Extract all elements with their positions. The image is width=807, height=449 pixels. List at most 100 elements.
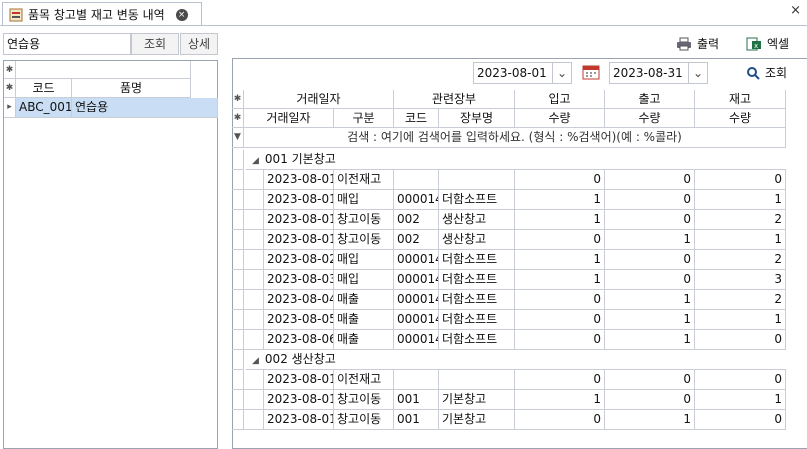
stock-qty-cell[interactable]: 1 (695, 310, 786, 330)
date-cell[interactable]: 2023-08-06 (264, 330, 334, 350)
item-code-cell[interactable]: ABC_001 (16, 98, 72, 118)
receipt-qty-cell[interactable]: 0 (515, 330, 605, 350)
receipt-qty-cell[interactable]: 1 (515, 250, 605, 270)
type-cell[interactable]: 창고이동 (334, 210, 394, 230)
issue-qty-cell[interactable]: 0 (605, 170, 695, 190)
date-cell[interactable]: 2023-08-01 (264, 190, 334, 210)
ledger-name-cell[interactable]: 더함소프트 (439, 250, 515, 270)
type-cell[interactable]: 매출 (334, 290, 394, 310)
column-header-code[interactable]: 코드 (16, 79, 72, 98)
receipt-qty-cell[interactable]: 1 (515, 390, 605, 410)
ledger-name-cell[interactable]: 더함소프트 (439, 310, 515, 330)
date-to-input[interactable]: 2023-08-31 (609, 62, 689, 84)
ledger-code-cell[interactable]: 001 (394, 410, 439, 430)
date-cell[interactable]: 2023-08-01 (264, 210, 334, 230)
type-cell[interactable]: 창고이동 (334, 230, 394, 250)
issue-qty-cell[interactable]: 0 (605, 370, 695, 390)
column-header-stock-qty[interactable]: 수량 (695, 109, 786, 128)
ledger-code-cell[interactable]: 002 (394, 210, 439, 230)
receipt-qty-cell[interactable]: 1 (515, 270, 605, 290)
date-cell[interactable]: 2023-08-01 (264, 370, 334, 390)
issue-qty-cell[interactable]: 1 (605, 410, 695, 430)
column-header-receipt-qty[interactable]: 수량 (515, 109, 605, 128)
ledger-code-cell[interactable]: 000014 (394, 310, 439, 330)
date-cell[interactable]: 2023-08-01 (264, 170, 334, 190)
date-from-dropdown-icon[interactable]: ⌄ (552, 62, 572, 84)
excel-export-button[interactable]: x 엑셀 (746, 35, 789, 52)
stock-qty-cell[interactable]: 1 (695, 390, 786, 410)
collapse-icon[interactable]: ◢ (252, 356, 259, 366)
issue-qty-cell[interactable]: 0 (605, 250, 695, 270)
print-button[interactable]: 출력 (676, 35, 719, 52)
ledger-code-cell[interactable]: 000014 (394, 290, 439, 310)
type-cell[interactable]: 창고이동 (334, 410, 394, 430)
type-cell[interactable]: 매출 (334, 310, 394, 330)
receipt-qty-cell[interactable]: 0 (515, 310, 605, 330)
column-header-code[interactable]: 코드 (394, 109, 439, 128)
ledger-name-cell[interactable] (439, 170, 515, 190)
ledger-code-cell[interactable]: 000014 (394, 190, 439, 210)
date-cell[interactable]: 2023-08-05 (264, 310, 334, 330)
stock-qty-cell[interactable]: 3 (695, 270, 786, 290)
group-row[interactable]: ◢ 002 생산창고 (246, 350, 786, 370)
ledger-code-cell[interactable] (394, 170, 439, 190)
stock-qty-cell[interactable]: 1 (695, 230, 786, 250)
issue-qty-cell[interactable]: 0 (605, 270, 695, 290)
date-to-dropdown-icon[interactable]: ⌄ (688, 62, 708, 84)
tab-close-icon[interactable]: × (175, 8, 188, 21)
column-header-issue-qty[interactable]: 수량 (605, 109, 695, 128)
issue-qty-cell[interactable]: 1 (605, 290, 695, 310)
search-button[interactable]: 조회 (131, 33, 179, 55)
stock-qty-cell[interactable]: 0 (695, 170, 786, 190)
ledger-code-cell[interactable]: 001 (394, 390, 439, 410)
issue-qty-cell[interactable]: 1 (605, 310, 695, 330)
ledger-code-cell[interactable]: 000014 (394, 270, 439, 290)
date-cell[interactable]: 2023-08-01 (264, 230, 334, 250)
issue-qty-cell[interactable]: 1 (605, 330, 695, 350)
type-cell[interactable]: 매입 (334, 250, 394, 270)
ledger-name-cell[interactable]: 더함소프트 (439, 330, 515, 350)
issue-qty-cell[interactable]: 0 (605, 390, 695, 410)
stock-qty-cell[interactable]: 0 (695, 370, 786, 390)
ledger-name-cell[interactable]: 생산창고 (439, 210, 515, 230)
ledger-name-cell[interactable]: 더함소프트 (439, 270, 515, 290)
type-cell[interactable]: 창고이동 (334, 390, 394, 410)
ledger-name-cell[interactable]: 생산창고 (439, 230, 515, 250)
calendar-icon[interactable] (582, 64, 600, 83)
ledger-name-cell[interactable]: 더함소프트 (439, 190, 515, 210)
ledger-name-cell[interactable]: 더함소프트 (439, 290, 515, 310)
ledger-name-cell[interactable]: 기본창고 (439, 410, 515, 430)
filter-row-input[interactable]: 검색 : 여기에 검색어를 입력하세요. (형식 : %검색어)(예 : %콜라… (244, 128, 786, 148)
tab-item-stock-history[interactable]: 품목 창고별 재고 변동 내역 × (2, 2, 202, 26)
receipt-qty-cell[interactable]: 0 (515, 290, 605, 310)
detail-button[interactable]: 상세 (180, 33, 218, 55)
stock-qty-cell[interactable]: 2 (695, 290, 786, 310)
date-cell[interactable]: 2023-08-04 (264, 290, 334, 310)
stock-qty-cell[interactable]: 2 (695, 210, 786, 230)
item-search-input[interactable]: 연습용 (3, 33, 131, 55)
receipt-qty-cell[interactable]: 0 (515, 370, 605, 390)
item-filter-row[interactable] (16, 61, 191, 79)
issue-qty-cell[interactable]: 1 (605, 230, 695, 250)
collapse-icon[interactable]: ◢ (252, 156, 259, 166)
column-header-ledger-name[interactable]: 장부명 (439, 109, 515, 128)
receipt-qty-cell[interactable]: 0 (515, 410, 605, 430)
ledger-code-cell[interactable]: 002 (394, 230, 439, 250)
stock-qty-cell[interactable]: 2 (695, 250, 786, 270)
date-from-input[interactable]: 2023-08-01 (473, 62, 553, 84)
ledger-name-cell[interactable]: 기본창고 (439, 390, 515, 410)
receipt-qty-cell[interactable]: 1 (515, 190, 605, 210)
ledger-code-cell[interactable] (394, 370, 439, 390)
column-header-name[interactable]: 품명 (72, 79, 191, 98)
column-header-date[interactable]: 거래일자 (244, 109, 334, 128)
issue-qty-cell[interactable]: 0 (605, 190, 695, 210)
item-name-cell[interactable]: 연습용 (72, 98, 218, 118)
receipt-qty-cell[interactable]: 1 (515, 210, 605, 230)
query-button[interactable]: 조회 (746, 64, 787, 81)
type-cell[interactable]: 이전재고 (334, 170, 394, 190)
receipt-qty-cell[interactable]: 0 (515, 170, 605, 190)
date-cell[interactable]: 2023-08-01 (264, 390, 334, 410)
receipt-qty-cell[interactable]: 0 (515, 230, 605, 250)
ledger-code-cell[interactable]: 000014 (394, 250, 439, 270)
column-header-type[interactable]: 구분 (334, 109, 394, 128)
